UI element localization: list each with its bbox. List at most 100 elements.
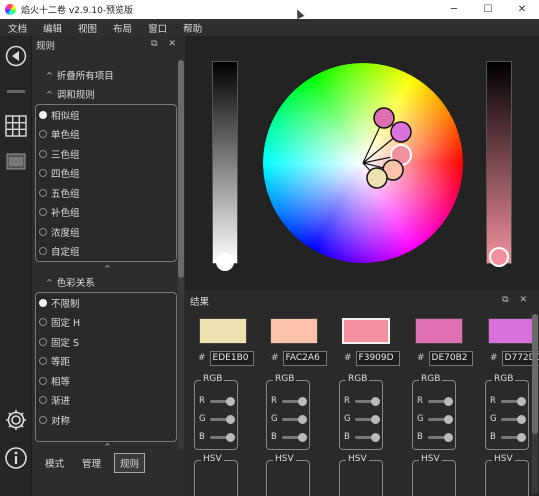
b-slider[interactable]: B xyxy=(417,431,453,443)
menu-layout[interactable]: 布局 xyxy=(113,21,132,35)
slider-knob[interactable] xyxy=(444,432,453,442)
hex-input-2[interactable]: FAC2A6 xyxy=(282,350,327,366)
color-swatch-3[interactable] xyxy=(342,318,390,344)
color-swatch-4[interactable] xyxy=(415,318,463,344)
rules-scrollbar[interactable] xyxy=(178,60,184,450)
menu-view[interactable]: 视图 xyxy=(78,21,97,35)
harmony-rule-tetrad[interactable]: 四色组 xyxy=(36,164,176,184)
relation-equal[interactable]: 相等 xyxy=(36,371,176,391)
settings-icon[interactable] xyxy=(4,408,28,432)
slider-knob[interactable] xyxy=(226,432,235,442)
g-slider[interactable]: G xyxy=(417,413,453,425)
wheel-tool-icon[interactable] xyxy=(4,44,28,68)
slider-knob[interactable] xyxy=(517,432,526,442)
harmony-rule-shades[interactable]: 浓度组 xyxy=(36,222,176,242)
g-slider[interactable]: G xyxy=(271,413,307,425)
relation-label: 相等 xyxy=(51,376,71,388)
channel-label: B xyxy=(417,432,423,442)
menu-edit[interactable]: 编辑 xyxy=(43,21,62,35)
menu-help[interactable]: 帮助 xyxy=(183,21,202,35)
slider-knob[interactable] xyxy=(371,396,380,406)
rule-label: 四色组 xyxy=(51,169,80,181)
b-slider[interactable]: B xyxy=(344,431,380,443)
menu-document[interactable]: 文档 xyxy=(8,21,27,35)
harmony-rule-custom[interactable]: 自定组 xyxy=(36,242,176,262)
slider-knob[interactable] xyxy=(298,396,307,406)
info-icon[interactable] xyxy=(4,446,28,470)
slider-knob[interactable] xyxy=(226,414,235,424)
slider-knob[interactable] xyxy=(444,414,453,424)
results-scrollbar[interactable] xyxy=(532,314,538,494)
relation-fixed-s[interactable]: 固定 S xyxy=(36,332,176,352)
tab-rules[interactable]: 规则 xyxy=(114,453,146,473)
selected-color-slider[interactable] xyxy=(486,61,512,267)
edge-tool-icon[interactable] xyxy=(4,80,28,104)
slider-knob[interactable] xyxy=(226,396,235,406)
relation-unrestricted[interactable]: 不限制 xyxy=(36,293,176,313)
slider-knob[interactable] xyxy=(517,396,526,406)
slider-knob[interactable] xyxy=(371,432,380,442)
screenshot-icon[interactable] xyxy=(4,150,28,174)
color-swatch-5[interactable] xyxy=(488,318,536,344)
panel-float-close-buttons[interactable]: ⧉ ✕ xyxy=(502,295,531,305)
menu-window[interactable]: 窗口 xyxy=(148,21,167,35)
harmony-section-toggle[interactable]: ^ 调和规则 xyxy=(32,86,95,102)
hex-input-4[interactable]: DE70B2 xyxy=(428,350,473,366)
g-slider[interactable]: G xyxy=(490,413,526,425)
radio-icon xyxy=(39,357,47,366)
harmony-rule-complementary[interactable]: 补色组 xyxy=(36,203,176,223)
r-slider[interactable]: R xyxy=(199,395,235,407)
harmony-rule-triad[interactable]: 三色组 xyxy=(36,144,176,164)
caret-up-icon: ^ xyxy=(104,442,111,451)
harmony-rule-monochrome[interactable]: 单色组 xyxy=(36,125,176,145)
tab-manage[interactable]: 管理 xyxy=(77,454,106,472)
harmony-rule-analogous[interactable]: 相似组 xyxy=(36,105,176,125)
color-swatch-1[interactable] xyxy=(199,318,247,344)
relation-section-toggle[interactable]: ^ 色彩关系 xyxy=(32,274,95,290)
relation-equidistant[interactable]: 等距 xyxy=(36,352,176,372)
selected-color-slider-handle[interactable] xyxy=(489,247,509,267)
caret-up-icon: ^ xyxy=(46,70,53,80)
slider-knob[interactable] xyxy=(298,414,307,424)
menu-bar: 文档 编辑 视图 布局 窗口 帮助 xyxy=(0,19,539,36)
slider-knob[interactable] xyxy=(444,396,453,406)
relation-symmetric[interactable]: 对称 xyxy=(36,410,176,430)
collapse-all-toggle[interactable]: ^ 折叠所有项目 xyxy=(32,67,114,83)
slider-knob[interactable] xyxy=(298,432,307,442)
grid-icon[interactable] xyxy=(4,114,28,138)
hsv-title: HSV xyxy=(419,454,442,464)
g-slider[interactable]: G xyxy=(199,413,235,425)
color-swatch-2[interactable] xyxy=(270,318,318,344)
tool-strip xyxy=(0,36,32,496)
rgb-sliders-2: RGB R G B xyxy=(266,374,310,450)
channel-label: R xyxy=(490,396,496,406)
slider-knob[interactable] xyxy=(517,414,526,424)
harmony-handle[interactable] xyxy=(390,121,412,143)
maximize-button[interactable]: ☐ xyxy=(471,0,505,19)
r-slider[interactable]: R xyxy=(344,395,380,407)
radio-selected-icon xyxy=(39,298,47,307)
tab-mode[interactable]: 模式 xyxy=(40,454,69,472)
results-scroll-thumb[interactable] xyxy=(532,314,538,434)
brightness-slider-handle[interactable] xyxy=(216,253,234,271)
harmony-handle[interactable] xyxy=(373,107,395,129)
b-slider[interactable]: B xyxy=(199,431,235,443)
r-slider[interactable]: R xyxy=(417,395,453,407)
g-slider[interactable]: G xyxy=(344,413,380,425)
harmony-handle[interactable] xyxy=(366,167,388,189)
harmony-rule-pentad[interactable]: 五色组 xyxy=(36,183,176,203)
minimize-button[interactable]: ─ xyxy=(437,0,471,19)
hex-input-1[interactable]: EDE1B0 xyxy=(209,350,254,366)
b-slider[interactable]: B xyxy=(490,431,526,443)
relation-fixed-h[interactable]: 固定 H xyxy=(36,313,176,333)
rules-scroll-thumb[interactable] xyxy=(178,60,184,278)
hex-input-3[interactable]: F3909D xyxy=(355,350,400,366)
panel-float-close-buttons[interactable]: ⧉ ✕ xyxy=(151,39,180,49)
r-slider[interactable]: R xyxy=(490,395,526,407)
relation-progressive[interactable]: 渐进 xyxy=(36,391,176,411)
brightness-slider[interactable] xyxy=(212,61,238,271)
close-button[interactable]: ✕ xyxy=(505,0,539,19)
r-slider[interactable]: R xyxy=(271,395,307,407)
slider-knob[interactable] xyxy=(371,414,380,424)
b-slider[interactable]: B xyxy=(271,431,307,443)
